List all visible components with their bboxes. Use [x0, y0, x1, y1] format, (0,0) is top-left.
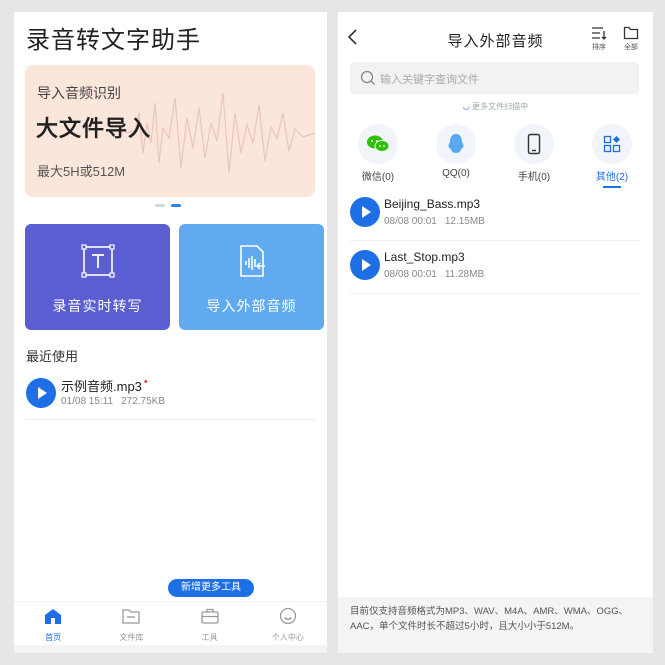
tab-file-library[interactable]: 文件库 [92, 602, 170, 645]
search-placeholder: 输入关键字查询文件 [380, 74, 479, 86]
smile-icon [279, 607, 297, 625]
file-meta: 01/08 15:11 272.75KB [61, 396, 166, 407]
search-input[interactable]: 输入关键字查询文件 [350, 62, 639, 94]
folder-icon [122, 609, 141, 624]
folder-outline-icon [623, 26, 639, 40]
import-audio-label: 导入外部音频 [206, 298, 297, 314]
sort-button[interactable]: 排序 [591, 26, 607, 52]
play-icon[interactable] [350, 250, 380, 280]
toolbox-icon [200, 608, 219, 624]
file-name: 示例音频.mp3 • [61, 376, 148, 394]
more-tools-pill[interactable]: 新增更多工具 [168, 579, 254, 597]
promo-banner[interactable]: 导入音频识别 大文件导入 最大5H或512M [25, 65, 315, 197]
new-indicator-dot: • [143, 376, 148, 388]
banner-note: 最大5H或512M [37, 164, 126, 179]
play-icon[interactable] [26, 378, 56, 408]
audio-file-import-icon [239, 245, 265, 277]
file-meta: 08/08 00:01 12.15MB [384, 216, 485, 227]
phone-icon [527, 133, 541, 155]
bottom-tab-bar: 首页 文件库 工具 个人中心 [14, 601, 327, 645]
all-files-button[interactable]: 全部 [623, 26, 639, 52]
app-title: 录音转文字助手 [26, 27, 201, 54]
recent-section-title: 最近使用 [26, 349, 79, 364]
home-icon [45, 609, 62, 624]
carousel-dot [155, 204, 165, 207]
spinner-icon: ◡ [462, 102, 473, 111]
carousel-indicator [155, 204, 181, 207]
tab-home[interactable]: 首页 [14, 602, 92, 645]
header-actions: 排序 全部 [591, 26, 639, 52]
search-icon [360, 70, 375, 85]
tab-profile[interactable]: 个人中心 [249, 602, 327, 645]
carousel-dot-active [171, 204, 181, 207]
supported-formats-note: 目前仅支持音频格式为MP3、WAV、M4A、AMR、WMA、OGG、AAC，单个… [338, 597, 653, 645]
home-screen: 录音转文字助手 导入音频识别 大文件导入 最大5H或512M 录音实时转写 导入… [14, 12, 327, 653]
scan-status: ◡ 更多文件扫描中 [462, 102, 529, 111]
waveform-decoration [125, 92, 315, 174]
file-name: Last_Stop.mp3 [384, 250, 465, 264]
import-audio-card[interactable]: 导入外部音频 [179, 224, 324, 330]
system-nav-bar [14, 645, 327, 653]
source-filter-tabs: 微信(0) QQ(0) 手机(0) 其他(2) [350, 124, 640, 188]
screenshot-stage: 录音转文字助手 导入音频识别 大文件导入 最大5H或512M 录音实时转写 导入… [0, 0, 665, 665]
source-tab-wechat[interactable]: 微信(0) [350, 124, 406, 188]
file-name: Beijing_Bass.mp3 [384, 197, 481, 211]
source-tab-qq[interactable]: QQ(0) [428, 124, 484, 188]
system-nav-bar [338, 645, 653, 653]
sort-icon [592, 27, 607, 40]
realtime-transcribe-card[interactable]: 录音实时转写 [25, 224, 170, 330]
source-tab-other[interactable]: 其他(2) [584, 124, 640, 188]
text-frame-icon [80, 244, 115, 278]
banner-subtitle: 导入音频识别 [37, 85, 121, 101]
tab-tools[interactable]: 工具 [171, 602, 249, 645]
play-icon[interactable] [350, 197, 380, 227]
qq-icon [448, 134, 464, 153]
apps-icon [603, 135, 621, 153]
banner-headline: 大文件导入 [36, 116, 152, 141]
recent-file-row[interactable]: 示例音频.mp3 • 01/08 15:11 272.75KB [25, 370, 315, 420]
wechat-icon [367, 135, 390, 152]
realtime-transcribe-label: 录音实时转写 [52, 298, 143, 314]
file-meta: 08/08 00:01 11.28MB [384, 269, 485, 280]
file-list-item[interactable]: Last_Stop.mp3 08/08 00:01 11.28MB [350, 241, 640, 294]
source-tab-phone[interactable]: 手机(0) [506, 124, 562, 188]
file-list-item[interactable]: Beijing_Bass.mp3 08/08 00:01 12.15MB [350, 188, 640, 241]
import-audio-screen: 导入外部音频 排序 全部 输入关键字查询文件 ◡ 更多文件扫描中 微信(0) Q… [338, 12, 653, 653]
